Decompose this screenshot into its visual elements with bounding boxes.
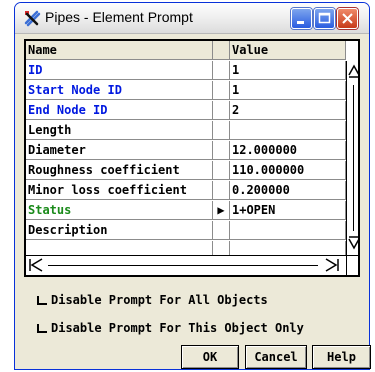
- element-prompt-window: Pipes - Element Prompt Name Value ID 1 Sta…: [14, 2, 371, 370]
- attribute-value-field[interactable]: 1: [230, 81, 346, 100]
- table-row[interactable]: ID 1: [26, 61, 358, 81]
- attribute-value-field[interactable]: 0.200000: [230, 181, 346, 200]
- row-indicator: [213, 221, 230, 240]
- attribute-value-field[interactable]: 110.000000: [230, 161, 346, 180]
- ok-button[interactable]: OK: [181, 345, 239, 369]
- column-spacer: [213, 41, 230, 60]
- attribute-name: Length: [26, 121, 213, 140]
- vertical-scrollbar[interactable]: [346, 61, 360, 255]
- title-bar[interactable]: Pipes - Element Prompt: [15, 3, 369, 34]
- table-row[interactable]: Description: [26, 221, 358, 241]
- row-indicator: [213, 141, 230, 160]
- close-icon: [342, 13, 353, 24]
- scroll-right-arrow-icon[interactable]: [322, 256, 342, 274]
- attribute-name: Diameter: [26, 141, 213, 160]
- help-button[interactable]: Help: [312, 345, 371, 369]
- attribute-name: ID: [26, 61, 213, 80]
- table-row[interactable]: Status ▶ 1+OPEN: [26, 201, 358, 221]
- row-indicator: [213, 81, 230, 100]
- attribute-name: Status: [26, 201, 213, 220]
- row-pointer-icon: ▶: [213, 201, 230, 220]
- maximize-icon: [318, 12, 331, 24]
- disable-all-label: Disable Prompt For All Objects: [51, 293, 268, 307]
- value-column-header[interactable]: Value: [230, 41, 346, 60]
- pipe-tool-icon: [24, 10, 41, 27]
- row-indicator: [213, 121, 230, 140]
- table-row[interactable]: Length: [26, 121, 358, 141]
- attribute-table: Name Value ID 1 Start Node ID 1 End Node ID 2…: [24, 39, 360, 277]
- cancel-button[interactable]: Cancel: [245, 345, 307, 369]
- attribute-name: Start Node ID: [26, 81, 213, 100]
- table-row[interactable]: Minor loss coefficient 0.200000: [26, 181, 358, 201]
- scroll-corner: [346, 256, 358, 275]
- table-row[interactable]: Diameter 12.000000: [26, 141, 358, 161]
- scroll-up-arrow-icon[interactable]: [347, 63, 360, 83]
- attribute-value-field[interactable]: 12.000000: [230, 141, 346, 160]
- attribute-value-field[interactable]: 2: [230, 101, 346, 120]
- scroll-left-arrow-icon[interactable]: [28, 256, 48, 274]
- attribute-name: End Node ID: [26, 101, 213, 120]
- scroll-down-arrow-icon[interactable]: [347, 233, 360, 253]
- horizontal-scrollbar[interactable]: [26, 255, 358, 275]
- table-row[interactable]: Start Node ID 1: [26, 81, 358, 101]
- row-indicator: [213, 101, 230, 120]
- name-column-header[interactable]: Name: [26, 41, 213, 60]
- attribute-name: Minor loss coefficient: [26, 181, 213, 200]
- attribute-name: Roughness coefficient: [26, 161, 213, 180]
- attribute-value-field[interactable]: 1+OPEN: [230, 201, 346, 220]
- maximize-button[interactable]: [314, 8, 335, 29]
- minimize-button[interactable]: [291, 8, 312, 29]
- disable-all-checkbox[interactable]: [37, 295, 48, 306]
- horizontal-scroll-track[interactable]: [48, 265, 318, 266]
- attribute-name: Description: [26, 221, 213, 240]
- attribute-value-field[interactable]: 1: [230, 61, 346, 80]
- disable-this-label: Disable Prompt For This Object Only: [51, 321, 304, 335]
- table-row[interactable]: Roughness coefficient 110.000000: [26, 161, 358, 181]
- window-title: Pipes - Element Prompt: [45, 9, 193, 25]
- close-button[interactable]: [337, 8, 358, 29]
- minimize-icon: [297, 21, 304, 24]
- row-indicator: [213, 161, 230, 180]
- vertical-scroll-track[interactable]: [353, 85, 354, 231]
- attribute-value-field[interactable]: [230, 121, 346, 140]
- table-header-row: Name Value: [26, 41, 358, 61]
- attribute-value-field[interactable]: [230, 221, 346, 240]
- row-indicator: [213, 181, 230, 200]
- row-indicator: [213, 61, 230, 80]
- table-row[interactable]: End Node ID 2: [26, 101, 358, 121]
- disable-this-checkbox[interactable]: [37, 323, 48, 334]
